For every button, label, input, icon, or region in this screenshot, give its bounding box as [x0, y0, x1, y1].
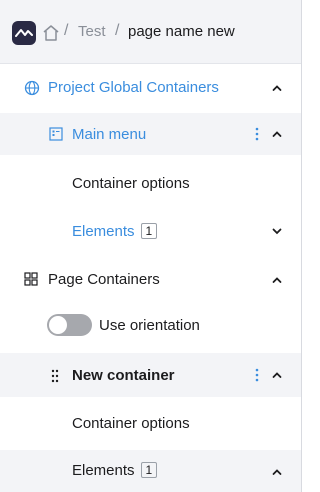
section-label: Project Global Containers — [48, 79, 219, 96]
breadcrumb-separator: / — [64, 22, 69, 39]
tree-item-elements[interactable]: Elements 1 — [0, 450, 301, 492]
more-options-icon[interactable] — [255, 127, 259, 141]
section-page-containers[interactable]: Page Containers — [0, 256, 301, 302]
more-options-icon[interactable] — [255, 368, 259, 382]
tree-item-container-options[interactable]: Container options — [0, 400, 301, 446]
chevron-up-icon[interactable] — [271, 369, 283, 381]
tree-item-elements[interactable]: Elements 1 — [0, 208, 301, 254]
tree-item-container-options[interactable]: Container options — [0, 160, 301, 206]
chevron-up-icon[interactable] — [271, 82, 283, 94]
container-icon — [49, 127, 63, 141]
tree-item-label: Elements — [72, 223, 135, 240]
tree-item-label: New container — [72, 367, 175, 384]
chevron-up-icon[interactable] — [271, 274, 283, 286]
app-logo[interactable] — [12, 21, 36, 45]
count-badge: 1 — [140, 223, 158, 239]
chevron-up-icon[interactable] — [271, 466, 283, 478]
home-icon[interactable] — [42, 24, 60, 42]
globe-icon — [24, 80, 40, 96]
tree-item-label-wrapper: Elements 1 — [72, 462, 158, 479]
tree-item-label: Container options — [72, 415, 190, 432]
breadcrumb-separator: / — [115, 22, 120, 39]
tree-item-label: Elements — [72, 462, 135, 479]
tree-item-new-container[interactable]: New container — [0, 353, 301, 397]
use-orientation-row: Use orientation — [0, 302, 301, 348]
tree-item-label-wrapper: Elements 1 — [72, 223, 158, 240]
toggle-knob — [49, 316, 67, 334]
tree-item-label: Main menu — [72, 126, 147, 143]
breadcrumb-bar: / Test / page name new — [0, 0, 301, 64]
breadcrumb-current-page: page name new — [128, 23, 235, 40]
grid-icon — [24, 272, 38, 286]
drag-handle-icon[interactable] — [51, 369, 59, 383]
breadcrumb-item-test[interactable]: Test — [78, 23, 106, 40]
tree-item-label: Container options — [72, 175, 190, 192]
section-label: Page Containers — [48, 271, 160, 288]
use-orientation-toggle[interactable] — [47, 314, 92, 336]
logo-wave-icon — [15, 29, 33, 37]
section-project-global-containers[interactable]: Project Global Containers — [0, 66, 301, 110]
toggle-label: Use orientation — [99, 317, 200, 334]
tree-item-main-menu[interactable]: Main menu — [0, 113, 301, 155]
chevron-up-icon[interactable] — [271, 128, 283, 140]
chevron-down-icon[interactable] — [271, 225, 283, 237]
count-badge: 1 — [140, 462, 158, 478]
